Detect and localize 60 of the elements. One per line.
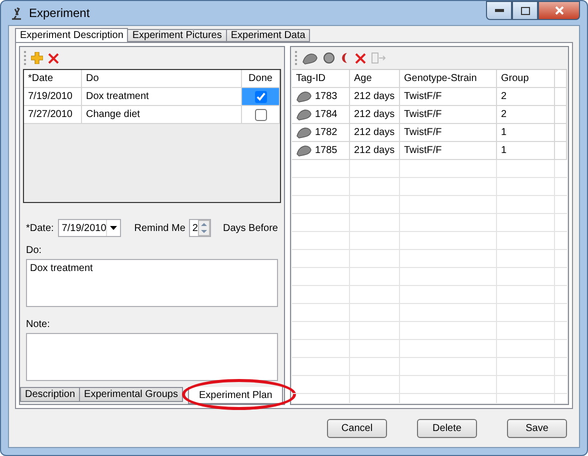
tag-id: 1784 bbox=[315, 109, 338, 120]
delete-icon[interactable] bbox=[355, 52, 366, 64]
do-text-area[interactable]: Dox treatment bbox=[26, 259, 278, 307]
remind-spinner[interactable]: 2 bbox=[189, 219, 211, 237]
crescent-icon[interactable] bbox=[340, 52, 350, 64]
close-button[interactable] bbox=[538, 1, 580, 20]
maximize-icon bbox=[520, 6, 530, 14]
column-header: Age bbox=[350, 70, 400, 88]
table-cell: TwistF/F bbox=[400, 142, 497, 160]
tab[interactable]: Experimental Groups bbox=[79, 387, 183, 402]
table-cell: 7/27/2010 bbox=[24, 106, 82, 124]
date-picker[interactable]: 7/19/2010 bbox=[58, 219, 122, 237]
tab[interactable]: Experiment Description bbox=[15, 28, 128, 42]
tab[interactable]: Experiment Data bbox=[226, 29, 310, 42]
table-cell: 212 days bbox=[350, 106, 400, 124]
table-cell: 1 bbox=[497, 124, 555, 142]
table-cell: Dox treatment bbox=[82, 88, 242, 106]
table-cell: 2 bbox=[497, 106, 555, 124]
done-checkbox[interactable] bbox=[254, 108, 266, 120]
do-label: Do: bbox=[26, 245, 43, 256]
table-cell: 212 days bbox=[350, 88, 400, 106]
tab[interactable]: Experiment Plan bbox=[188, 387, 284, 404]
microscope-icon bbox=[10, 6, 23, 20]
days-before-label: Days Before bbox=[222, 222, 278, 234]
table-cell: TwistF/F bbox=[400, 124, 497, 142]
column-header: *Date bbox=[24, 70, 82, 88]
minimize-button[interactable] bbox=[486, 1, 512, 20]
window-title: Experiment bbox=[29, 6, 90, 20]
close-icon bbox=[554, 6, 564, 15]
table-cell: Change diet bbox=[82, 106, 242, 124]
done-checkbox[interactable] bbox=[254, 90, 266, 102]
table-cell: 212 days bbox=[350, 124, 400, 142]
column-header: Group bbox=[497, 70, 555, 88]
dialog-button[interactable]: Cancel bbox=[327, 418, 387, 438]
note-label: Note: bbox=[26, 319, 51, 330]
tab[interactable]: Description bbox=[20, 387, 80, 402]
remind-label: Remind Me bbox=[134, 222, 186, 234]
table-cell: 2 bbox=[497, 88, 555, 106]
table-cell: 1 bbox=[497, 142, 555, 160]
delete-icon[interactable] bbox=[48, 52, 59, 64]
column-header: Done bbox=[242, 70, 280, 88]
table-cell: 212 days bbox=[350, 142, 400, 160]
dialog-button[interactable]: Delete bbox=[417, 418, 477, 438]
dialog-button[interactable]: Save bbox=[507, 418, 567, 438]
minimize-icon bbox=[494, 9, 504, 12]
spin-arrows-icon bbox=[198, 220, 210, 236]
column-header: Do bbox=[82, 70, 242, 88]
maximize-button[interactable] bbox=[512, 1, 538, 20]
tag-id: 1783 bbox=[315, 91, 338, 102]
column-header: Genotype-Strain bbox=[400, 70, 497, 88]
table-cell: TwistF/F bbox=[400, 106, 497, 124]
dropdown-arrow-icon bbox=[110, 226, 118, 230]
add-icon[interactable] bbox=[31, 52, 43, 64]
column-header: Tag-ID bbox=[292, 70, 350, 88]
tag-id: 1785 bbox=[315, 145, 338, 156]
tab[interactable]: Experiment Pictures bbox=[127, 29, 227, 42]
table-cell: 7/19/2010 bbox=[24, 88, 82, 106]
date-label: *Date: bbox=[26, 222, 54, 234]
table-cell: TwistF/F bbox=[400, 88, 497, 106]
tag-id: 1782 bbox=[315, 127, 338, 138]
